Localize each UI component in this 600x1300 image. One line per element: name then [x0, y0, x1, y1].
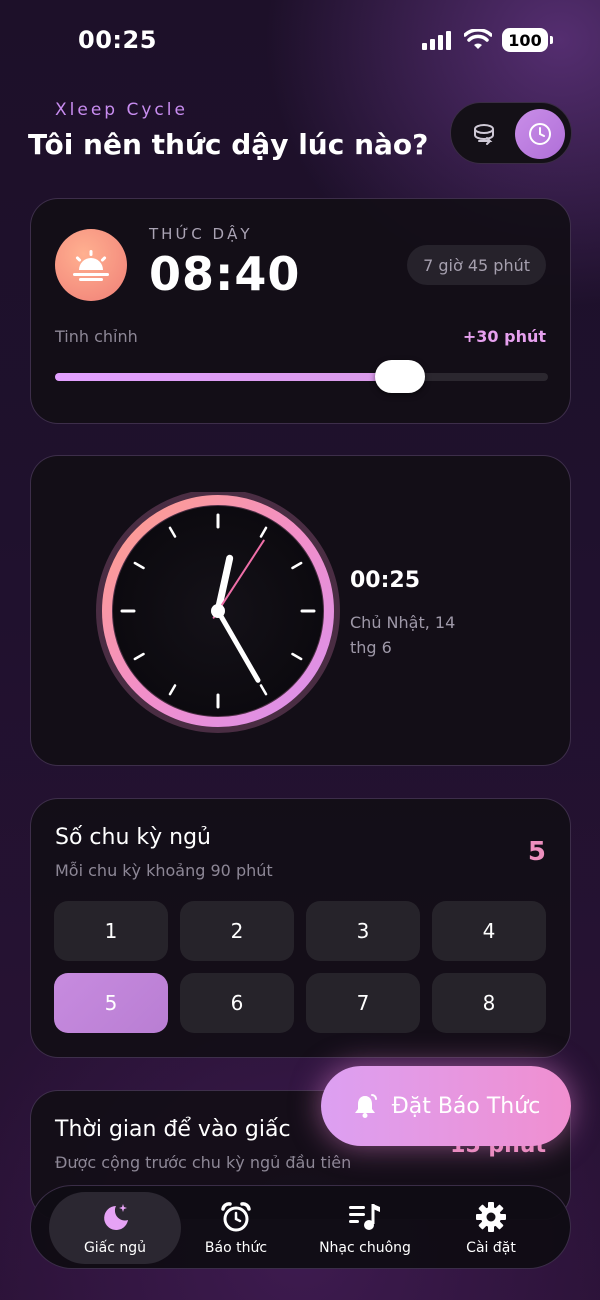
- wake-time: 08:40: [149, 247, 301, 301]
- cycles-title: Số chu kỳ ngủ: [55, 825, 211, 850]
- page-title: Tôi nên thức dậy lúc nào?: [28, 128, 429, 161]
- cycle-option-button[interactable]: 6: [180, 973, 294, 1033]
- adjust-slider-thumb[interactable]: [375, 360, 426, 393]
- adjust-label: Tinh chỉnh: [55, 327, 138, 346]
- clock-digital-time: 00:25: [350, 568, 421, 593]
- tab-alarm[interactable]: Báo thức: [176, 1192, 296, 1264]
- clock-icon: [529, 123, 551, 145]
- cycle-option-button[interactable]: 2: [180, 901, 294, 961]
- tab-label: Báo thức: [204, 1240, 268, 1256]
- alarm-clock-icon: [221, 1202, 251, 1232]
- tab-sleep[interactable]: Giấc ngủ: [49, 1192, 181, 1264]
- status-time: 00:25: [78, 26, 157, 54]
- cycle-options: 1 2 3 4 5 6 7 8: [54, 901, 548, 1033]
- wake-card: THỨC DẬY 08:40 7 giờ 45 phút Tinh chỉnh …: [30, 198, 571, 424]
- battery-indicator: 100: [502, 28, 553, 52]
- clock-date: Chủ Nhật, 14 thg 6: [350, 613, 456, 657]
- cycles-count: 5: [527, 837, 546, 867]
- sunrise-badge: [55, 229, 127, 301]
- tab-label: Cài đặt: [466, 1240, 516, 1256]
- status-bar: 00:25 100: [0, 0, 600, 80]
- gear-icon: [476, 1202, 506, 1232]
- fall-asleep-subtitle: Được cộng trước chu kỳ ngủ đầu tiên: [55, 1153, 352, 1172]
- cycle-option-button[interactable]: 4: [432, 901, 546, 961]
- adjust-slider-fill: [55, 373, 401, 381]
- fall-asleep-title: Thời gian để vào giấc: [55, 1117, 291, 1142]
- cycle-option-button[interactable]: 7: [306, 973, 420, 1033]
- analog-clock: [96, 492, 340, 733]
- adjust-value: +30 phút: [462, 327, 546, 346]
- mode-toggle-cycle[interactable]: [463, 113, 505, 155]
- status-icons: 100: [422, 28, 553, 52]
- cycles-subtitle: Mỗi chu kỳ khoảng 90 phút: [55, 861, 273, 880]
- signal-icon: [422, 31, 451, 50]
- mode-toggle-clock[interactable]: [515, 109, 565, 159]
- cycle-option-button-selected[interactable]: 5: [54, 973, 168, 1033]
- clock-center: [211, 604, 225, 618]
- mode-toggle[interactable]: [450, 102, 572, 164]
- sunrise-icon: [73, 250, 109, 281]
- cycle-stack-icon: [474, 124, 494, 145]
- cycles-card: Số chu kỳ ngủ Mỗi chu kỳ khoảng 90 phút …: [30, 798, 571, 1058]
- moon-stars-icon: [104, 1204, 128, 1230]
- tab-label: Giấc ngủ: [83, 1240, 147, 1256]
- sleep-duration-badge: 7 giờ 45 phút: [407, 245, 546, 285]
- music-list-icon: [349, 1204, 380, 1230]
- clock-card: 00:25 Chủ Nhật, 14 thg 6: [30, 455, 571, 766]
- adjust-slider[interactable]: [55, 360, 548, 393]
- app-brand: Xleep Cycle: [55, 100, 188, 120]
- cycle-option-button[interactable]: 1: [54, 901, 168, 961]
- tab-bar: Giấc ngủ Báo thức Nhạc chuông Cài đặt: [30, 1185, 571, 1269]
- cycle-option-button[interactable]: 3: [306, 901, 420, 961]
- wake-label: THỨC DẬY: [149, 225, 253, 243]
- tab-settings[interactable]: Cài đặt: [431, 1192, 551, 1264]
- tab-label: Nhạc chuông: [319, 1240, 411, 1256]
- wifi-icon: [464, 29, 492, 49]
- set-alarm-button[interactable]: Đặt Báo Thức: [321, 1066, 571, 1146]
- bell-icon: [354, 1094, 377, 1118]
- cycle-option-button[interactable]: 8: [432, 973, 546, 1033]
- tab-ringtone[interactable]: Nhạc chuông: [303, 1192, 427, 1264]
- set-alarm-label: Đặt Báo Thức: [391, 1093, 541, 1119]
